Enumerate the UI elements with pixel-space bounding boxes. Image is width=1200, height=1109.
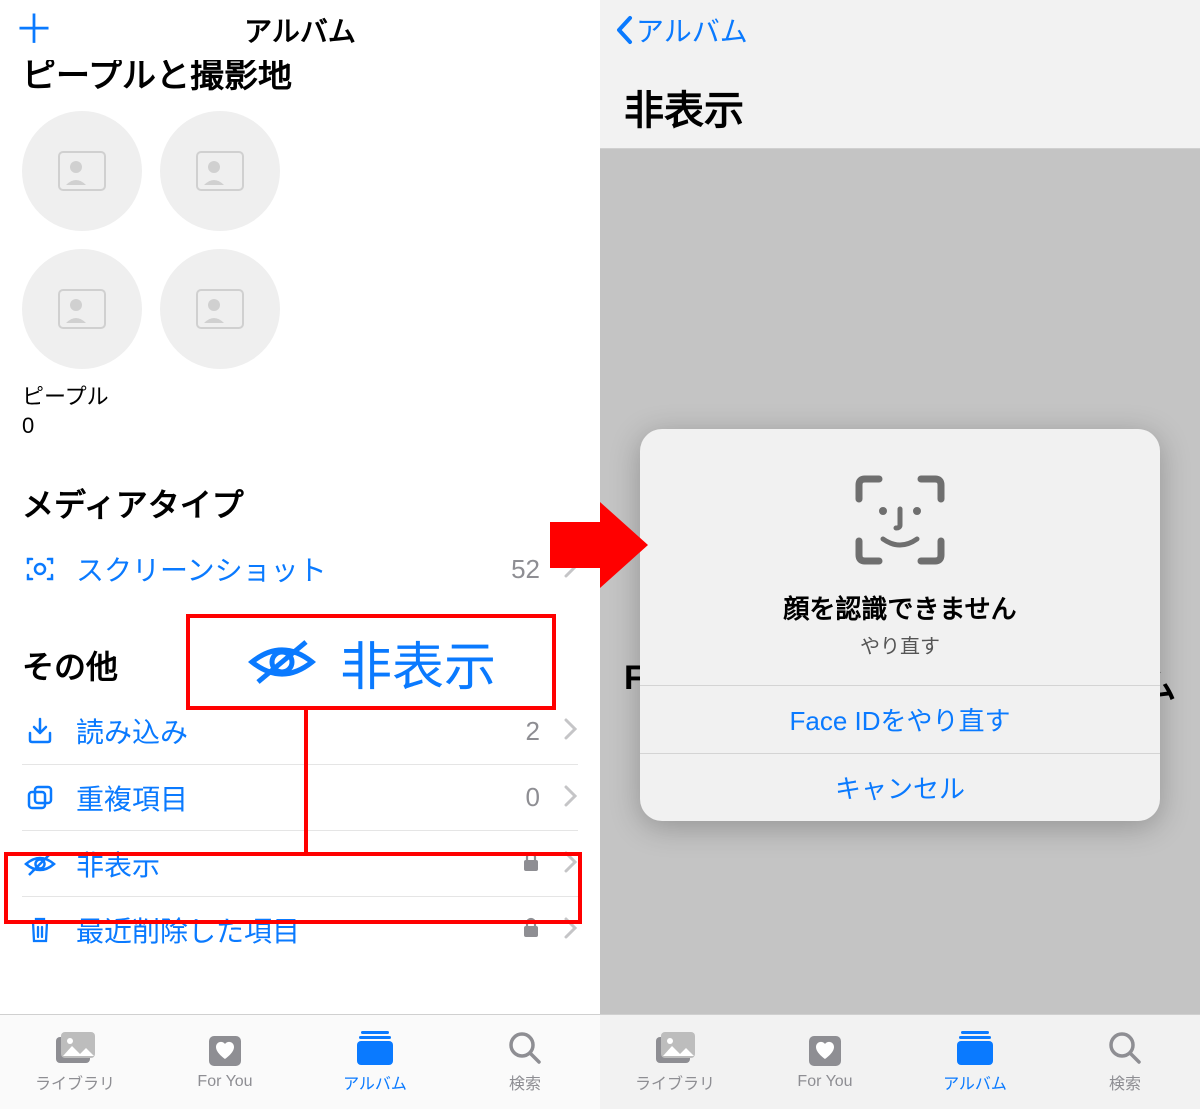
- people-section-title: ピープルと撮影地: [22, 60, 578, 97]
- chevron-right-icon: [564, 782, 578, 814]
- chevron-right-icon: [564, 715, 578, 747]
- tab-library[interactable]: ライブラリ: [600, 1015, 750, 1109]
- header: ＋ アルバム: [0, 0, 600, 60]
- faceid-icon: [845, 465, 955, 575]
- row-label: 非表示: [76, 844, 504, 884]
- eye-slash-icon: [22, 850, 58, 878]
- tab-label: For You: [197, 1073, 252, 1091]
- media-type-section-title: メディアタイプ: [22, 480, 578, 526]
- chevron-left-icon: [614, 15, 634, 45]
- tab-label: アルバム: [943, 1070, 1007, 1094]
- other-row-hidden[interactable]: 非表示: [22, 830, 578, 896]
- duplicate-icon: [22, 783, 58, 813]
- tab-search[interactable]: 検索: [450, 1015, 600, 1109]
- callout-label: 非表示: [340, 625, 496, 700]
- eye-slash-icon: [246, 636, 318, 688]
- library-icon: [54, 1030, 96, 1066]
- media-row-label: スクリーンショット: [76, 549, 493, 589]
- search-icon: [507, 1030, 543, 1066]
- tab-library[interactable]: ライブラリ: [0, 1015, 150, 1109]
- person-card-icon: [58, 151, 106, 191]
- chevron-right-icon: [564, 848, 578, 880]
- arrow-right-icon: [550, 500, 650, 590]
- import-icon: [22, 716, 58, 746]
- add-button[interactable]: ＋: [14, 10, 54, 50]
- tab-search[interactable]: 検索: [1050, 1015, 1200, 1109]
- media-row-screenshots[interactable]: スクリーンショット 52: [22, 536, 578, 602]
- tabbar: ライブラリ For You アルバム 検索: [0, 1014, 600, 1109]
- tab-label: For You: [797, 1073, 852, 1091]
- callout-connector: [304, 710, 308, 855]
- chevron-right-icon: [564, 914, 578, 946]
- header: アルバム: [600, 0, 1200, 60]
- people-avatar-placeholder[interactable]: [160, 249, 280, 369]
- hidden-album-screen: アルバム 非表示 Faム 顔を認識できません やり直す Face IDをやり直す…: [600, 0, 1200, 1109]
- people-avatars: [22, 111, 302, 369]
- library-icon: [654, 1030, 696, 1066]
- media-row-count: 52: [511, 554, 540, 585]
- albums-icon: [955, 1030, 995, 1066]
- cancel-button[interactable]: キャンセル: [640, 753, 1160, 821]
- people-album-label: ピープル0: [22, 383, 578, 440]
- modal-subtitle: やり直す: [660, 630, 1140, 659]
- dimmed-body: Faム 顔を認識できません やり直す Face IDをやり直す キャンセル: [600, 149, 1200, 1014]
- albums-screen: ＋ アルバム ピープルと撮影地 ピープル0 メディアタイプ: [0, 0, 600, 1109]
- albums-icon: [355, 1030, 395, 1066]
- tabbar: ライブラリ For You アルバム 検索: [600, 1014, 1200, 1109]
- person-card-icon: [58, 289, 106, 329]
- people-avatar-placeholder[interactable]: [160, 111, 280, 231]
- screenshot-icon: [22, 553, 58, 585]
- people-avatar-placeholder[interactable]: [22, 249, 142, 369]
- tab-foryou[interactable]: For You: [150, 1015, 300, 1109]
- lock-icon: [522, 848, 540, 880]
- tab-label: アルバム: [343, 1070, 407, 1094]
- tab-label: ライブラリ: [635, 1070, 715, 1094]
- tab-label: ライブラリ: [35, 1070, 115, 1094]
- search-icon: [1107, 1030, 1143, 1066]
- row-count: 0: [526, 782, 540, 813]
- people-avatar-placeholder[interactable]: [22, 111, 142, 231]
- person-card-icon: [196, 151, 244, 191]
- tab-albums[interactable]: アルバム: [900, 1015, 1050, 1109]
- row-count: 2: [526, 716, 540, 747]
- tab-albums[interactable]: アルバム: [300, 1015, 450, 1109]
- back-label: アルバム: [636, 10, 748, 50]
- header-title: アルバム: [0, 10, 600, 50]
- lock-icon: [522, 914, 540, 946]
- tab-foryou[interactable]: For You: [750, 1015, 900, 1109]
- back-button[interactable]: アルバム: [614, 10, 748, 50]
- tab-label: 検索: [509, 1070, 541, 1094]
- foryou-icon: [206, 1033, 244, 1069]
- foryou-icon: [806, 1033, 844, 1069]
- row-label: 最近削除した項目: [76, 910, 504, 950]
- page-title: 非表示: [600, 60, 1200, 149]
- modal-title: 顔を認識できません: [660, 589, 1140, 626]
- content: ピープルと撮影地 ピープル0 メディアタイプ スクリ: [0, 60, 600, 1014]
- faceid-retry-button[interactable]: Face IDをやり直す: [640, 685, 1160, 753]
- trash-icon: [22, 915, 58, 945]
- other-row-recently-deleted[interactable]: 最近削除した項目: [22, 896, 578, 962]
- row-label: 読み込み: [76, 711, 508, 751]
- other-row-duplicates[interactable]: 重複項目 0: [22, 764, 578, 830]
- faceid-modal: 顔を認識できません やり直す Face IDをやり直す キャンセル: [640, 429, 1160, 821]
- row-label: 重複項目: [76, 778, 508, 818]
- callout-hidden: 非表示: [186, 614, 556, 710]
- tab-label: 検索: [1109, 1070, 1141, 1094]
- person-card-icon: [196, 289, 244, 329]
